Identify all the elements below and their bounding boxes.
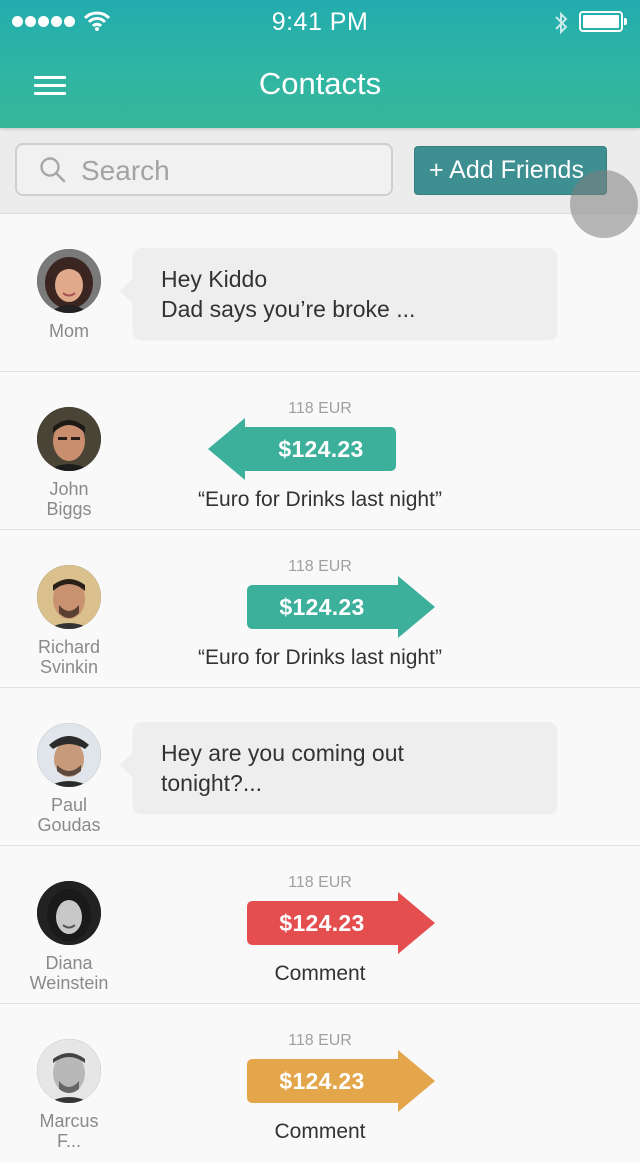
contact-row[interactable]: Diana Weinstein 118 EUR $124.23 Comment [0, 846, 640, 1004]
avatar[interactable] [37, 565, 101, 629]
avatar[interactable] [37, 881, 101, 945]
payment-arrow-sent[interactable]: $124.23 [247, 1050, 435, 1112]
avatar[interactable] [37, 407, 101, 471]
contact-name: Paul Goudas [37, 795, 101, 835]
contact-row[interactable]: Mom Hey Kiddo Dad says you’re broke ... [0, 214, 640, 372]
contact-row[interactable]: Richard Svinkin 118 EUR $124.23 “Euro fo… [0, 530, 640, 688]
contact-name: Richard Svinkin [37, 637, 101, 677]
payment-arrow-sent[interactable]: $124.23 [247, 892, 435, 954]
payment-caption: “Euro for Drinks last night” [198, 488, 442, 511]
payment-arrow-received[interactable]: $124.23 [208, 418, 396, 480]
currency-note: 118 EUR [288, 1032, 352, 1049]
message-bubble[interactable]: Hey are you coming out tonight?... [120, 722, 557, 812]
payment-caption: Comment [274, 962, 366, 985]
payment-amount: $124.23 [279, 593, 365, 620]
nav-header: 9:41 PM Contacts [0, 0, 640, 128]
message-text: Hey are you coming out tonight?... [161, 740, 404, 796]
contact-name: John Biggs [46, 479, 92, 519]
currency-note: 118 EUR [288, 558, 352, 575]
avatar[interactable] [37, 723, 101, 787]
contact-row[interactable]: Marcus F... 118 EUR $124.23 Comment [0, 1004, 640, 1162]
currency-note: 118 EUR [288, 400, 352, 417]
contact-name: Diana Weinstein [29, 953, 109, 993]
battery-icon [579, 11, 627, 32]
payment-amount: $124.23 [279, 1067, 365, 1094]
payment-arrow-sent[interactable]: $124.23 [247, 576, 435, 638]
message-text: Hey Kiddo Dad says you’re broke ... [161, 266, 416, 322]
message-bubble[interactable]: Hey Kiddo Dad says you’re broke ... [120, 248, 557, 338]
search-input[interactable] [79, 153, 383, 188]
currency-note: 118 EUR [288, 874, 352, 891]
contact-row[interactable]: John Biggs 118 EUR $124.23 “Euro for Dri… [0, 372, 640, 530]
avatar[interactable] [37, 1039, 101, 1103]
status-bar: 9:41 PM [0, 0, 640, 44]
page-title: Contacts [258, 66, 382, 101]
payment-caption: Comment [274, 1120, 366, 1143]
contact-name: Marcus F... [39, 1111, 99, 1151]
contact-row[interactable]: Paul Goudas Hey are you coming out tonig… [0, 688, 640, 846]
status-time: 9:41 PM [271, 8, 369, 36]
payment-amount: $124.23 [279, 909, 365, 936]
search-box[interactable] [15, 143, 393, 196]
avatar[interactable] [37, 249, 101, 313]
contact-name: Mom [49, 321, 89, 341]
touch-indicator [570, 170, 638, 238]
payment-amount: $124.23 [278, 435, 364, 462]
payment-caption: “Euro for Drinks last night” [198, 646, 442, 669]
bluetooth-icon [553, 10, 569, 41]
search-icon [39, 156, 67, 189]
